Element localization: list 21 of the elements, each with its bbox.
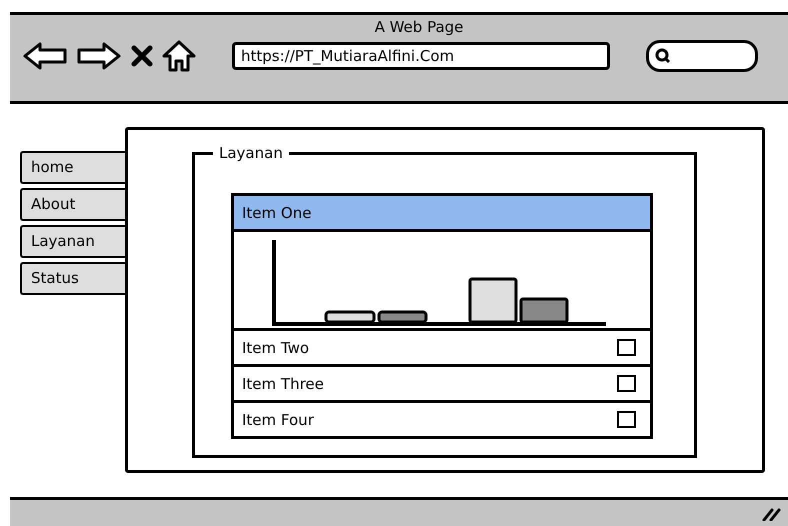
checkbox[interactable] bbox=[617, 339, 636, 356]
group-title: Layanan bbox=[213, 144, 289, 162]
search-field[interactable] bbox=[646, 40, 758, 72]
accordion-item[interactable]: Item One bbox=[234, 196, 650, 229]
home-icon[interactable] bbox=[162, 40, 196, 72]
address-field[interactable]: https://PT_MutiaraAlfini.Com bbox=[232, 42, 610, 70]
chart-bar bbox=[378, 310, 428, 324]
checkbox[interactable] bbox=[617, 411, 636, 428]
window-title: A Web Page bbox=[374, 17, 464, 36]
sidebar-tab[interactable]: home bbox=[20, 151, 125, 184]
sidebar-tab[interactable]: Status bbox=[20, 262, 125, 295]
chart-bar bbox=[468, 278, 518, 324]
sidebar-tab[interactable]: About bbox=[20, 188, 125, 221]
chart-bar bbox=[520, 298, 568, 324]
chart-bar bbox=[324, 310, 376, 324]
back-arrow-icon[interactable] bbox=[22, 41, 68, 71]
search-icon bbox=[655, 48, 671, 64]
sidebar-tab[interactable]: Layanan bbox=[20, 225, 125, 258]
close-icon[interactable] bbox=[130, 44, 154, 68]
forward-arrow-icon[interactable] bbox=[76, 41, 122, 71]
checkbox[interactable] bbox=[617, 375, 636, 392]
